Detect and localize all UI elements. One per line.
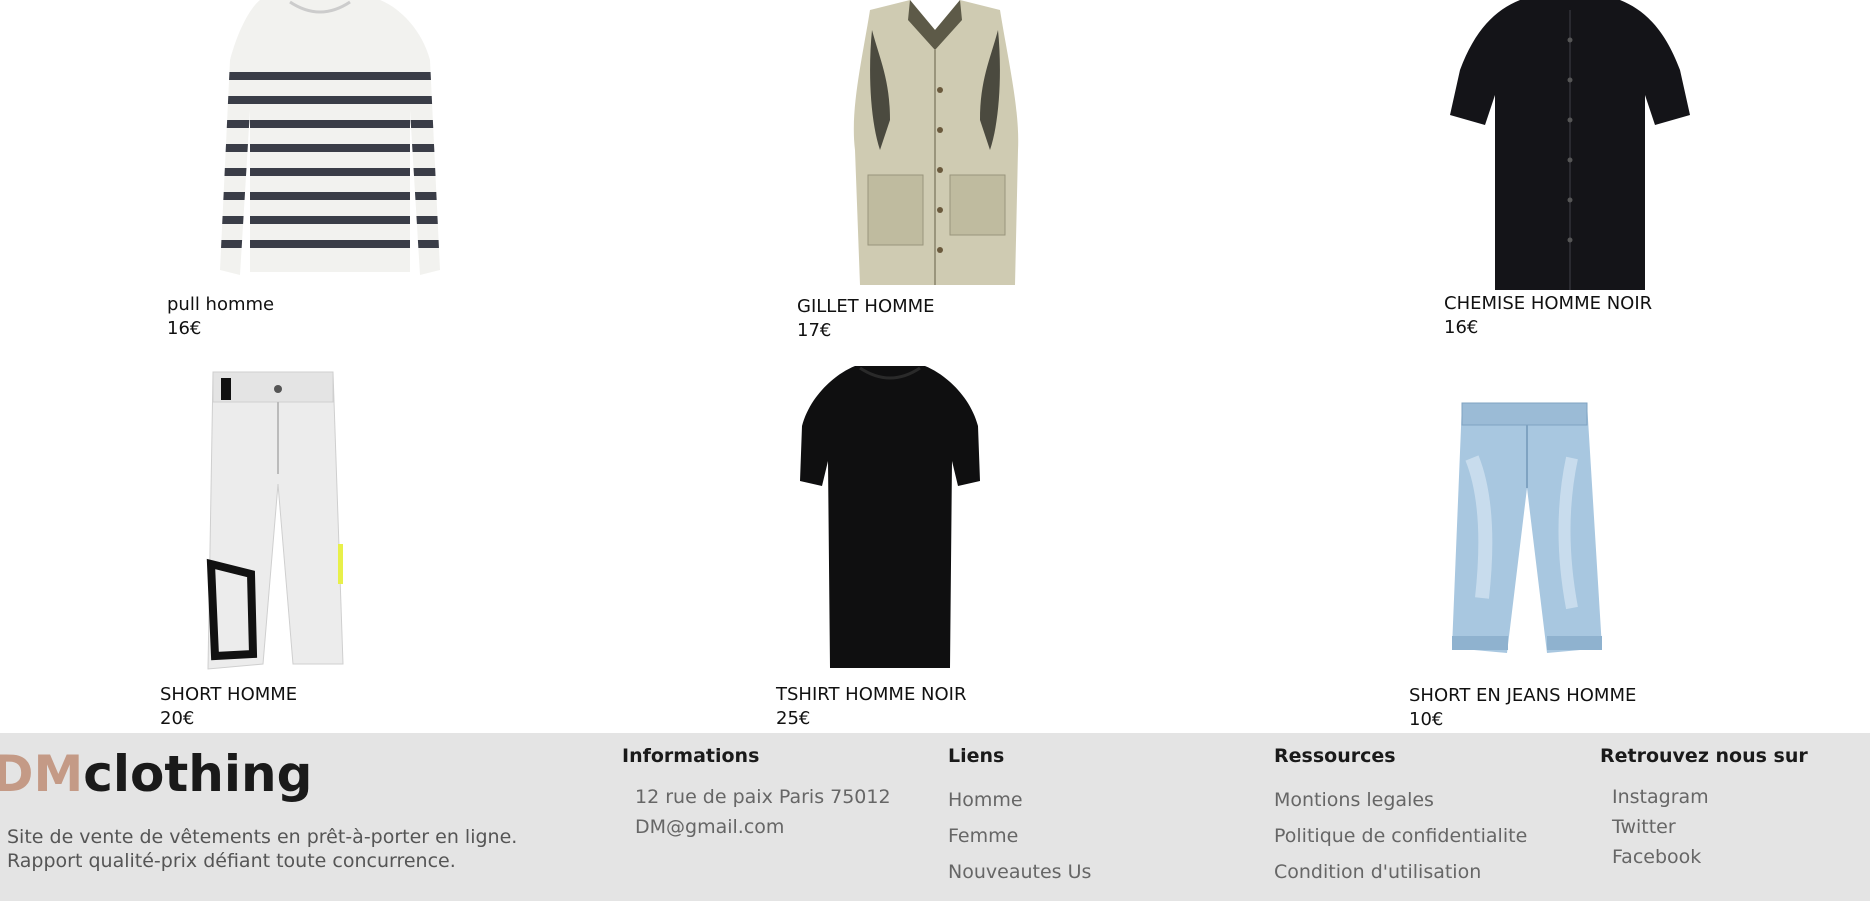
beige-vest-image[interactable] (850, 0, 1020, 295)
footer-link-twitter[interactable]: Twitter (1612, 816, 1676, 838)
denim-shorts-image[interactable] (1452, 398, 1602, 658)
product-name[interactable]: GILLET HOMME (797, 296, 935, 317)
footer-column-liens: Liens Homme Femme Nouveautes Us (948, 745, 1091, 883)
brand-logo-text: clothing (83, 745, 313, 803)
footer-address: 12 rue de paix Paris 75012 (635, 786, 891, 808)
tagline-line: Rapport qualité-prix défiant toute concu… (7, 850, 456, 872)
product-name[interactable]: TSHIRT HOMME NOIR (776, 684, 967, 705)
footer-link-conditions[interactable]: Condition d'utilisation (1274, 861, 1481, 883)
footer-email[interactable]: DM@gmail.com (635, 816, 784, 838)
white-shorts-image[interactable] (203, 364, 353, 679)
footer-link-facebook[interactable]: Facebook (1612, 846, 1701, 868)
product-name[interactable]: SHORT HOMME (160, 684, 297, 705)
footer-link-femme[interactable]: Femme (948, 825, 1018, 847)
footer-column-social: Retrouvez nous sur Instagram Twitter Fac… (1600, 745, 1808, 868)
footer-link-instagram[interactable]: Instagram (1612, 786, 1709, 808)
product-price: 16€ (1444, 317, 1479, 338)
footer-link-confidentialite[interactable]: Politique de confidentialite (1274, 825, 1527, 847)
product-name[interactable]: SHORT EN JEANS HOMME (1409, 685, 1636, 706)
footer-link-nouveautes[interactable]: Nouveautes Us (948, 861, 1091, 883)
product-price: 10€ (1409, 709, 1444, 730)
product-price: 16€ (167, 318, 202, 339)
site-footer: DMclothing Site de vente de vêtements en… (0, 733, 1870, 901)
footer-column-title: Informations (622, 745, 760, 767)
footer-link-mentions[interactable]: Montions legales (1274, 789, 1434, 811)
black-tshirt-image[interactable] (800, 366, 980, 671)
striped-sweater-image[interactable] (200, 0, 440, 290)
tagline-line: Site de vente de vêtements en prêt-à-por… (7, 826, 518, 848)
footer-column-title: Retrouvez nous sur (1600, 745, 1808, 767)
footer-column-title: Ressources (1274, 745, 1396, 767)
footer-link-homme[interactable]: Homme (948, 789, 1023, 811)
brand-logo-accent: DM (0, 745, 84, 803)
product-price: 25€ (776, 708, 811, 729)
brand-logo[interactable]: DMclothing (0, 745, 312, 803)
footer-column-ressources: Ressources Montions legales Politique de… (1274, 745, 1527, 883)
footer-column-title: Liens (948, 745, 1005, 767)
black-shirt-image[interactable] (1450, 0, 1690, 295)
product-price: 17€ (797, 320, 832, 341)
product-name[interactable]: CHEMISE HOMME NOIR (1444, 293, 1652, 314)
site-tagline: Site de vente de vêtements en prêt-à-por… (7, 825, 527, 873)
product-price: 20€ (160, 708, 195, 729)
footer-column-informations: Informations 12 rue de paix Paris 75012 … (622, 745, 891, 838)
product-name[interactable]: pull homme (167, 294, 274, 315)
